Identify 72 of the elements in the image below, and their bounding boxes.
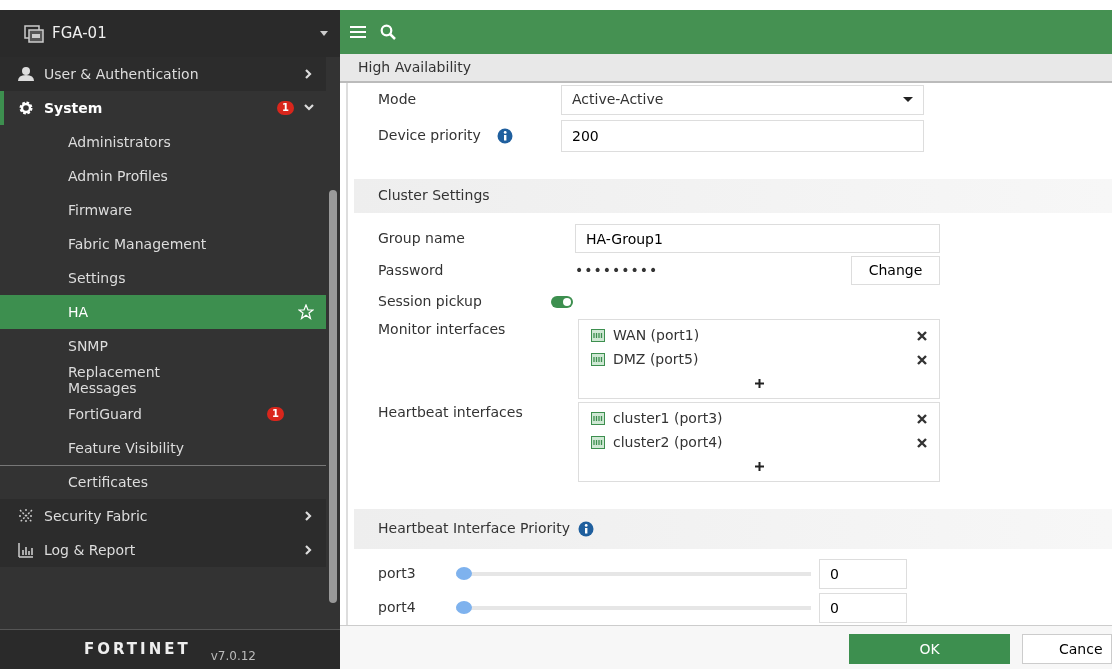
caret-icon	[903, 97, 913, 102]
field-label: Group name	[378, 229, 466, 248]
menu-group[interactable]: User & Authentication	[0, 57, 326, 91]
priority-field[interactable]: 200	[561, 119, 924, 152]
close-icon[interactable]	[917, 354, 927, 365]
menu-item[interactable]: Fabric Management	[0, 227, 326, 261]
interface-name: DMZ (port5)	[613, 350, 700, 369]
priority-value-field[interactable]: 0	[819, 592, 907, 623]
field-label: Session pickup	[378, 292, 483, 311]
menu-item[interactable]: HA	[0, 295, 326, 329]
field-label: port3	[378, 564, 417, 583]
info-icon[interactable]	[577, 520, 594, 537]
star-icon[interactable]	[298, 304, 314, 320]
device-name[interactable]: FGA-01	[52, 22, 312, 45]
info-icon[interactable]	[496, 127, 513, 144]
menu-item[interactable]: Feature Visibility	[0, 431, 326, 465]
slider-handle[interactable]	[456, 566, 472, 580]
field-label: Password	[378, 261, 445, 280]
interface-name: WAN (port1)	[613, 326, 701, 345]
search-icon[interactable]	[380, 24, 396, 41]
user-icon	[18, 66, 34, 82]
chevron-right-icon	[304, 511, 314, 521]
menu-item[interactable]: Replacement Messages	[0, 363, 326, 397]
count-badge: 1	[267, 407, 284, 421]
slider-handle[interactable]	[456, 600, 472, 614]
cancel-button[interactable]: Cance	[1022, 634, 1112, 665]
priority-value-field[interactable]: 0	[819, 558, 907, 589]
caret-icon[interactable]	[320, 31, 328, 36]
version-text: v7.0.12	[210, 648, 256, 665]
ok-button[interactable]: OK	[849, 634, 1010, 665]
menu-group[interactable]: Log & Report	[0, 533, 326, 567]
menu-icon[interactable]	[350, 25, 366, 40]
menu-item[interactable]: Firmware	[0, 193, 326, 227]
menu-item[interactable]: SNMP	[0, 329, 326, 363]
close-icon[interactable]	[917, 437, 927, 448]
section-title: Heartbeat Interface Priority	[378, 519, 570, 538]
field-label: Monitor interfaces	[378, 319, 507, 339]
menu-item[interactable]: FortiGuard 1	[0, 397, 326, 431]
toggle-switch[interactable]	[551, 295, 573, 308]
field-label: Mode	[378, 90, 418, 109]
chart-icon	[18, 542, 34, 558]
close-icon[interactable]	[917, 330, 927, 341]
close-icon[interactable]	[917, 413, 927, 424]
interface-name: cluster1 (port3)	[613, 409, 724, 428]
port-icon	[591, 412, 605, 425]
chevron-right-icon	[304, 545, 314, 555]
interface-name: cluster2 (port4)	[613, 433, 724, 452]
port-icon	[591, 436, 605, 449]
network-icon	[18, 508, 34, 524]
chevron-down-icon	[304, 103, 314, 113]
menu-item[interactable]: Settings	[0, 261, 326, 295]
menu-item[interactable]: Administrators	[0, 125, 326, 159]
field-label: port4	[378, 598, 417, 617]
plus-icon[interactable]	[754, 462, 764, 471]
field-label: Heartbeat interfaces	[378, 402, 524, 422]
chevron-right-icon	[304, 69, 314, 79]
plus-icon[interactable]	[754, 379, 764, 388]
password-dots: •••••••••	[575, 261, 660, 280]
change-button[interactable]: Change	[851, 256, 940, 285]
menu-item[interactable]: Admin Profiles	[0, 159, 326, 193]
gear-icon	[18, 100, 34, 116]
device-icon	[24, 24, 44, 43]
menu-group[interactable]: Security Fabric	[0, 499, 326, 533]
section-title: Cluster Settings	[378, 186, 490, 205]
mode-select[interactable]: Active-Active	[561, 84, 924, 115]
count-badge: 1	[277, 101, 294, 115]
field-label: Device priority	[378, 126, 481, 145]
logo: FORTINET	[84, 639, 191, 661]
page-title: High Availability	[358, 57, 471, 77]
port-icon	[591, 353, 605, 366]
port-icon	[591, 329, 605, 342]
group-name-field[interactable]: HA-Group1	[575, 224, 940, 253]
